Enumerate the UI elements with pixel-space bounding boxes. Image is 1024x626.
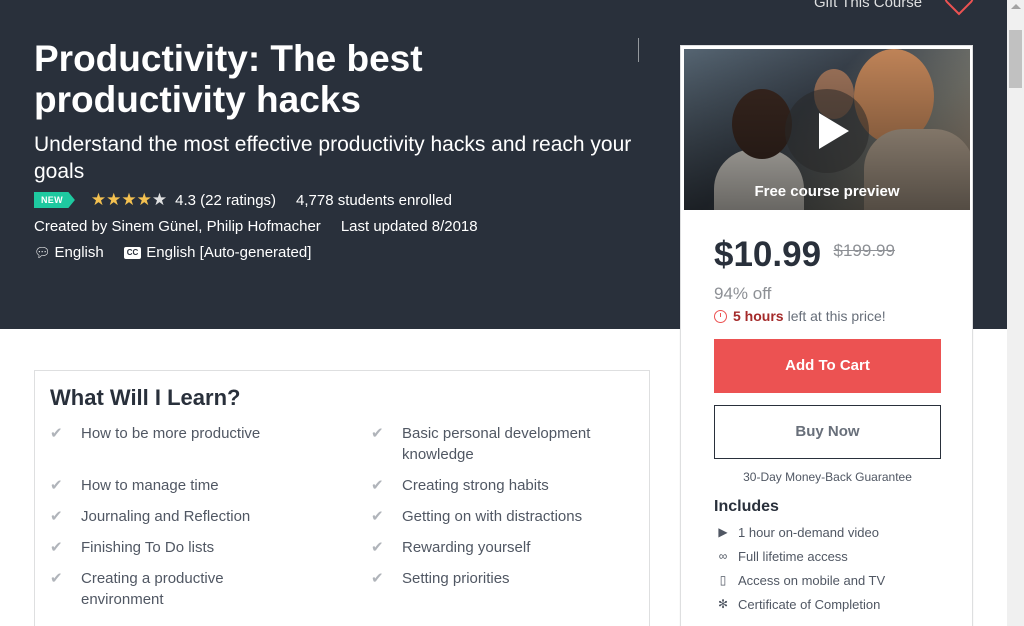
list-item: ✔ Finishing To Do lists: [50, 539, 215, 556]
author-row: Created by Sinem Günel, Philip Hofmacher…: [34, 218, 478, 235]
list-item: ✔ Journaling and Reflection: [50, 508, 251, 525]
check-icon: ✔: [50, 508, 63, 525]
check-icon: ✔: [371, 508, 384, 525]
add-to-cart-button[interactable]: Add To Cart: [714, 339, 941, 393]
list-item: ✔ Setting priorities: [371, 570, 510, 587]
list-item: ✔ Basic personal development knowledge: [371, 425, 591, 463]
list-item: ✔ Creating strong habits: [371, 477, 549, 494]
closed-captions-icon: CC: [123, 246, 142, 259]
preview-label: Free course preview: [754, 183, 900, 200]
video-icon: ▶: [718, 525, 728, 539]
list-item: ✔ How to be more productive: [50, 425, 261, 442]
captions-language: English [Auto-generated]: [146, 244, 312, 261]
list-item: ✔ How to manage time: [50, 477, 219, 494]
list-item: ✔ Rewarding yourself: [371, 539, 531, 556]
course-preview-video[interactable]: Free course preview: [684, 49, 970, 210]
speech-bubble-icon: 💬︎: [34, 244, 51, 260]
star-icon: ★: [106, 190, 122, 209]
learn-title: What Will I Learn?: [50, 385, 241, 410]
discount-percent: 94% off: [714, 284, 772, 303]
scroll-up-arrow-icon[interactable]: [1011, 4, 1021, 9]
check-icon: ✔: [371, 425, 384, 442]
includes-list: ▶ 1 hour on-demand video ∞ Full lifetime a…: [714, 520, 885, 616]
course-subtitle: Understand the most effective productivi…: [34, 133, 632, 183]
purchase-sidebar: Free course preview $10.99 $199.99 94% o…: [680, 45, 973, 626]
star-icon: ★: [136, 190, 152, 209]
buy-now-button[interactable]: Buy Now: [714, 405, 941, 459]
mobile-icon: ▯: [719, 573, 727, 587]
play-icon: [819, 113, 849, 149]
students-enrolled: 4,778 students enrolled: [296, 191, 452, 209]
check-icon: ✔: [371, 477, 384, 494]
star-icon: ★: [90, 190, 107, 209]
page-scrollbar[interactable]: [1007, 0, 1024, 626]
list-item: ✔ Getting on with distractions: [371, 508, 583, 525]
list-item: ▯ Access on mobile and TV: [714, 568, 885, 592]
last-updated: Last updated 8/2018: [340, 218, 478, 235]
money-back-guarantee: 30-Day Money-Back Guarantee: [743, 470, 912, 484]
what-will-i-learn-box: What Will I Learn? ✔ How to be more produ…: [34, 370, 650, 626]
check-icon: ✔: [50, 539, 63, 556]
list-item: ✔ Creating a productive environment: [50, 570, 224, 608]
original-price: $199.99: [833, 241, 895, 260]
course-language: English: [54, 244, 104, 261]
timer-text: left at this price!: [787, 308, 886, 324]
check-icon: ✔: [50, 570, 63, 587]
check-icon: ✔: [371, 570, 384, 587]
rating-stars: ★★★★★: [91, 190, 167, 210]
check-icon: ✔: [50, 477, 63, 494]
certificate-icon: ✻: [717, 597, 729, 611]
infinity-icon: ∞: [718, 549, 728, 563]
rating-text[interactable]: 4.3 (22 ratings): [175, 192, 276, 209]
rating-row: NEW ★★★★★ 4.3 (22 ratings) 4,778 student…: [34, 190, 452, 210]
current-price: $10.99: [714, 235, 822, 274]
alarm-clock-icon: [714, 309, 727, 323]
language-row: 💬︎ English CC English [Auto-generated]: [34, 244, 311, 261]
list-item: ∞ Full lifetime access: [714, 544, 885, 568]
price-timer: 5 hours left at this price!: [714, 308, 886, 324]
includes-title: Includes: [714, 498, 779, 515]
wishlist-heart-icon[interactable]: [944, 0, 974, 16]
price-block: $10.99 $199.99: [714, 235, 895, 275]
course-title: Productivity: The best productivity hack…: [34, 38, 423, 120]
check-icon: ✔: [371, 539, 384, 556]
created-by[interactable]: Created by Sinem Günel, Philip Hofmacher: [34, 218, 321, 235]
star-icon-half: ★: [151, 190, 168, 209]
star-icon: ★: [121, 190, 137, 209]
divider: [638, 38, 639, 62]
list-item: ✻ Certificate of Completion: [714, 592, 885, 616]
list-item: ▶ 1 hour on-demand video: [714, 520, 885, 544]
new-badge: NEW: [34, 192, 75, 208]
timer-hours: 5 hours: [733, 308, 784, 324]
check-icon: ✔: [50, 425, 63, 442]
scrollbar-thumb[interactable]: [1009, 30, 1022, 88]
gift-course-link[interactable]: Gift This Course: [814, 0, 922, 11]
